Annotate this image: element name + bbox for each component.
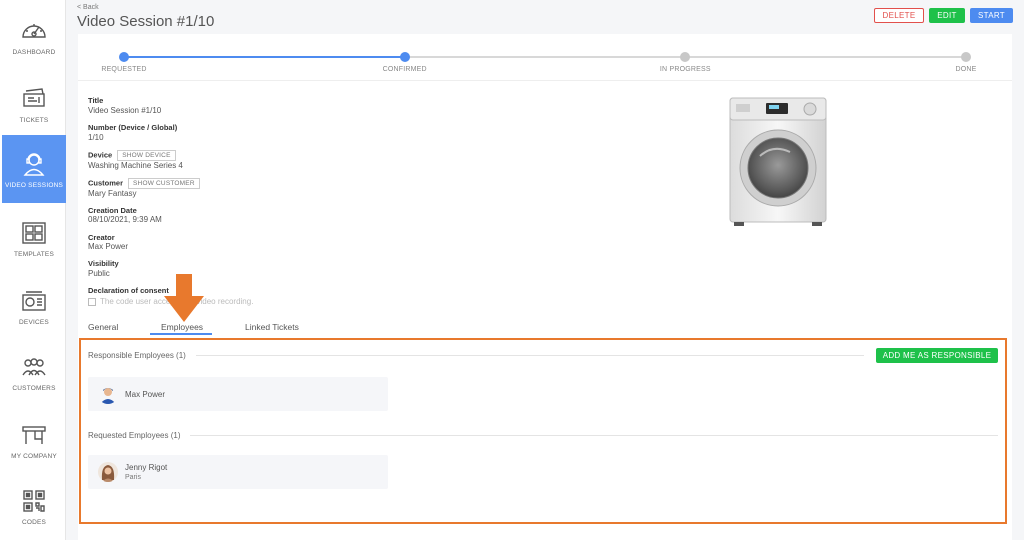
section-divider [190, 435, 998, 436]
employee-city: Paris [125, 474, 141, 481]
sidebar-item-label: TEMPLATES [14, 250, 54, 258]
tab-linked-tickets[interactable]: Linked Tickets [245, 322, 299, 332]
progress-step-label: REQUESTED [101, 66, 147, 73]
sidebar-item-label: CODES [21, 518, 47, 526]
consent-checkbox[interactable] [88, 297, 96, 306]
company-icon [22, 425, 46, 444]
avatar [98, 462, 118, 482]
progress-fill [124, 56, 405, 58]
show-device-button[interactable]: SHOW DEVICE [117, 150, 176, 161]
sidebar-item-codes[interactable]: CODES [2, 472, 66, 540]
consent-label: Declaration of consent [88, 286, 169, 295]
sidebar-item-templates[interactable]: TEMPLATES [2, 204, 66, 272]
edit-button[interactable]: EDIT [929, 8, 965, 23]
number-label: Number (Device / Global) [88, 123, 178, 132]
sidebar-item-label: TICKETS [19, 116, 49, 124]
responsible-employees-title: Responsible Employees (1) [88, 351, 186, 360]
employee-name: Max Power [125, 389, 166, 399]
sidebar-item-label: DASHBOARD [12, 48, 56, 56]
progress-step-label: DONE [955, 66, 977, 73]
employees-highlight-box [79, 338, 1007, 524]
title-label: Title [88, 96, 104, 105]
visibility-label: Visibility [88, 259, 119, 268]
creator-value: Max Power [88, 242, 129, 251]
customers-icon [22, 357, 46, 375]
templates-icon [22, 221, 46, 244]
employee-card[interactable]: Max Power [88, 377, 388, 411]
creation-date-value: 08/10/2021, 9:39 AM [88, 215, 162, 224]
progress-step-label: CONFIRMED [382, 66, 427, 73]
customer-value: Mary Fantasy [88, 189, 137, 198]
device-label-row: Device SHOW DEVICE [88, 150, 176, 161]
add-me-as-responsible-button[interactable]: ADD ME AS RESPONSIBLE [876, 348, 998, 363]
progress-step-dot [119, 52, 129, 62]
creator-label: Creator [88, 233, 115, 242]
active-tab-indicator [150, 333, 212, 335]
dashboard-icon [22, 23, 46, 38]
back-link[interactable]: < Back [77, 4, 99, 11]
page-title: Video Session #1/10 [77, 13, 215, 30]
device-value: Washing Machine Series 4 [88, 161, 183, 170]
sidebar-item-video-sessions[interactable]: VIDEO SESSIONS [2, 135, 66, 203]
qr-code-icon [23, 489, 45, 512]
sidebar-item-label: VIDEO SESSIONS [4, 181, 64, 189]
progress-step-dot [399, 52, 410, 62]
ticket-icon [23, 87, 45, 107]
avatar [98, 384, 118, 404]
sidebar-item-label: CUSTOMERS [12, 384, 56, 392]
tab-general[interactable]: General [88, 322, 118, 332]
devices-icon [22, 290, 46, 311]
employee-name: Jenny Rigot [125, 463, 168, 472]
orange-arrow-icon [164, 274, 204, 322]
sidebar-item-my-company[interactable]: MY COMPANY [2, 406, 66, 474]
show-customer-button[interactable]: SHOW CUSTOMER [128, 178, 200, 189]
sidebar-item-tickets[interactable]: TICKETS [2, 70, 66, 138]
employee-card[interactable]: Jenny Rigot Paris [88, 455, 388, 489]
number-value: 1/10 [88, 133, 104, 142]
progress-step-label: IN PROGRESS [659, 66, 711, 73]
title-value: Video Session #1/10 [88, 106, 162, 115]
sidebar-item-devices[interactable]: DEVICES [2, 272, 66, 340]
progress-step-dot [961, 52, 971, 62]
start-button[interactable]: START [970, 8, 1013, 23]
sidebar-item-label: MY COMPANY [11, 452, 57, 460]
sidebar-item-label: DEVICES [19, 318, 49, 326]
washing-machine-image [729, 97, 827, 226]
sidebar-nav: DASHBOARD TICKETS VIDEO SESSIONS TEMPLAT… [0, 0, 66, 540]
delete-button[interactable]: DELETE [874, 8, 924, 23]
sidebar-item-dashboard[interactable]: DASHBOARD [2, 2, 66, 70]
customer-label-row: Customer SHOW CUSTOMER [88, 178, 200, 189]
video-session-icon [23, 152, 45, 176]
creation-date-label: Creation Date [88, 206, 137, 215]
sidebar-item-customers[interactable]: CUSTOMERS [2, 338, 66, 406]
visibility-value: Public [88, 269, 110, 278]
section-divider [196, 355, 864, 356]
device-label: Device [88, 150, 113, 160]
requested-employees-title: Requested Employees (1) [88, 431, 181, 440]
customer-label: Customer [88, 178, 124, 188]
divider [78, 80, 1012, 81]
